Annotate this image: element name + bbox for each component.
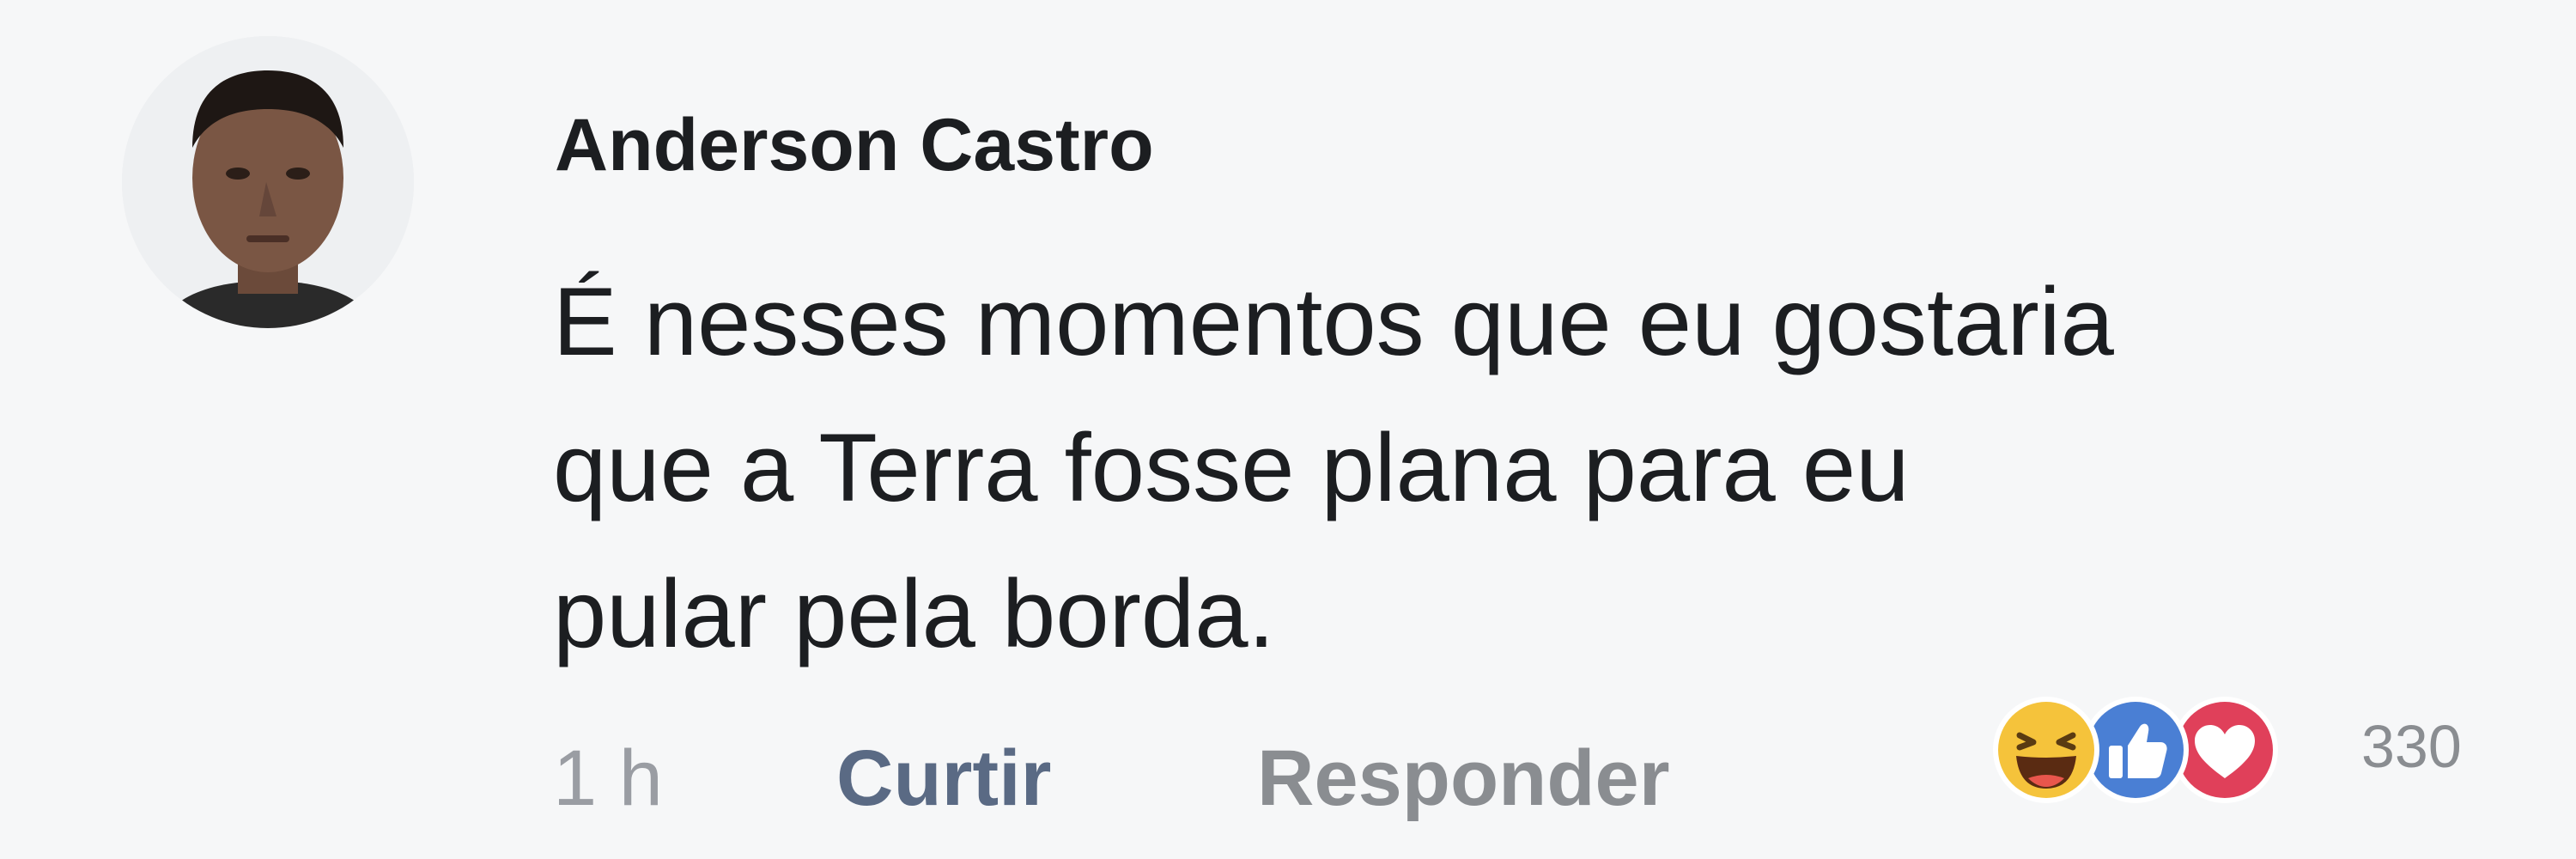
profile-photo (122, 36, 414, 328)
comment: Anderson Castro É nesses momentos que eu… (0, 0, 2576, 859)
comment-text: É nesses momentos que eu gostaria que a … (553, 249, 2485, 687)
comment-text-line: É nesses momentos que eu gostaria (553, 268, 2114, 375)
reaction-count: 330 (2361, 713, 2462, 780)
like-button[interactable]: Curtir (836, 739, 1051, 818)
haha-reaction-icon (1993, 697, 2099, 803)
comment-timestamp[interactable]: 1 h (553, 739, 663, 818)
reply-button[interactable]: Responder (1257, 739, 1670, 818)
comment-text-line: pular pela borda. (553, 560, 1275, 667)
comment-text-line: que a Terra fosse plana para eu (553, 414, 1910, 521)
avatar[interactable] (122, 36, 414, 328)
comment-author-name[interactable]: Anderson Castro (555, 108, 1154, 182)
reactions-summary[interactable]: 330 (1990, 694, 2506, 814)
